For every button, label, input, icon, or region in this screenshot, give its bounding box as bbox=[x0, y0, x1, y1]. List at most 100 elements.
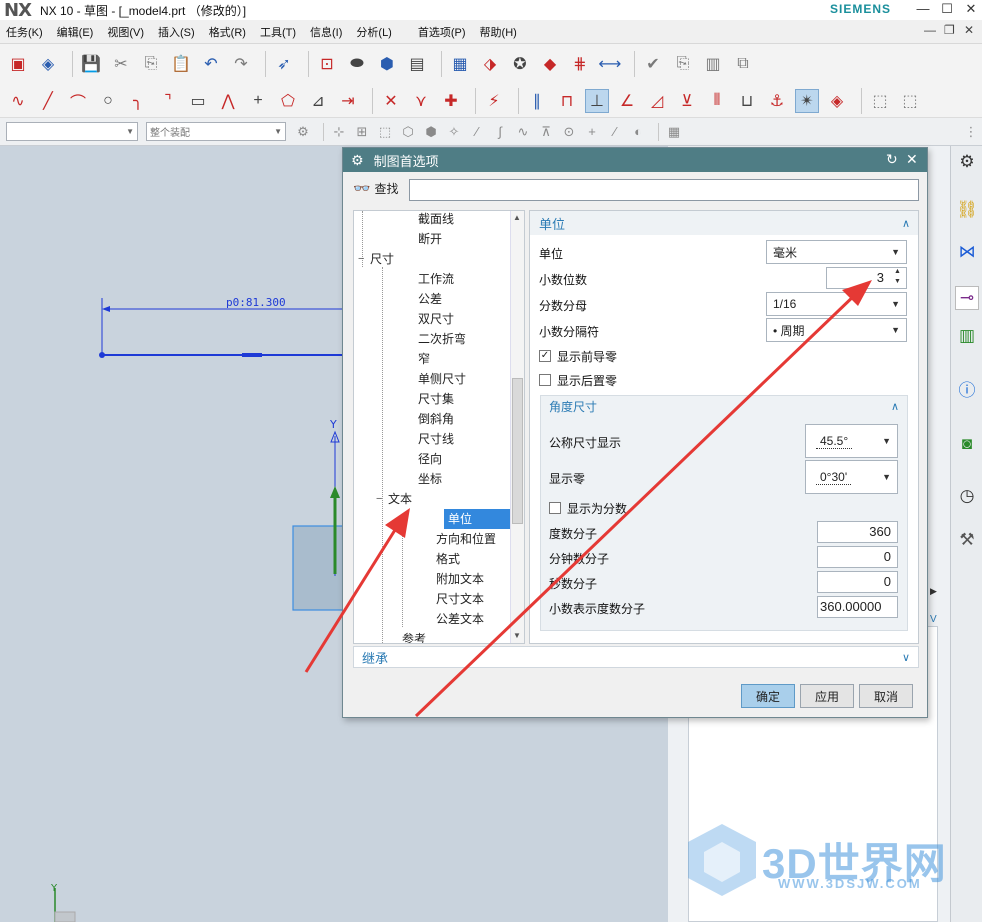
save-icon[interactable]: 💾 bbox=[79, 52, 103, 76]
panel-collapse-icon[interactable]: V bbox=[930, 614, 937, 625]
tree-item[interactable]: 断开 bbox=[354, 229, 510, 249]
spinner-arrows-icon[interactable]: ▲ ▼ bbox=[894, 267, 901, 287]
mdi-minimize-button[interactable]: — bbox=[924, 23, 936, 37]
model-icon[interactable]: ◈ bbox=[36, 52, 60, 76]
orient-icon[interactable]: ▦ bbox=[448, 52, 472, 76]
endpoint-icon[interactable]: ⁄ bbox=[468, 123, 486, 141]
menu-insert[interactable]: 插入(S) bbox=[151, 24, 202, 40]
tree-item[interactable]: − 尺寸 bbox=[354, 249, 510, 269]
solid-icon[interactable]: ⬢ bbox=[422, 123, 440, 141]
tangent-icon[interactable]: ⁄ bbox=[606, 123, 624, 141]
point-snap-icon[interactable]: ✧ bbox=[445, 123, 463, 141]
lasso-icon[interactable]: ⬚ bbox=[376, 123, 394, 141]
system-materials-icon[interactable]: ⚒ bbox=[955, 528, 979, 552]
dialog-close-icon[interactable]: ✕ bbox=[906, 151, 918, 168]
menu-edit[interactable]: 编辑(E) bbox=[50, 24, 101, 40]
filter-settings-icon[interactable]: ⚙ bbox=[294, 123, 312, 141]
tree-scroll-thumb[interactable] bbox=[512, 378, 523, 524]
circle-icon[interactable]: ○ bbox=[96, 89, 120, 113]
fit-icon[interactable]: ⊡ bbox=[315, 52, 339, 76]
rapid-dim-icon[interactable]: ⊥ bbox=[585, 88, 609, 113]
tree-item[interactable]: 尺寸文本 bbox=[354, 589, 510, 609]
trailing-zero-checkbox[interactable] bbox=[539, 374, 551, 386]
menu-help[interactable]: 帮助(H) bbox=[473, 24, 524, 40]
quick-extend-icon[interactable]: ⋎ bbox=[409, 89, 433, 113]
min-numerator-input[interactable]: 0 bbox=[817, 546, 898, 568]
extend-icon[interactable]: ⇥ bbox=[336, 89, 360, 113]
view-icon[interactable]: ⧉ bbox=[731, 52, 755, 76]
decimal-deg-input[interactable]: 360.00000 bbox=[817, 596, 898, 618]
tree-item[interactable]: 尺寸线 bbox=[354, 429, 510, 449]
grid-icon[interactable]: ⋕ bbox=[568, 52, 592, 76]
assembly-navigator-icon[interactable]: ⛓ bbox=[955, 198, 979, 222]
midpoint-icon[interactable]: ∫ bbox=[491, 123, 509, 141]
menu-task[interactable]: 任务(K) bbox=[0, 24, 50, 40]
assembly-filter-combo[interactable]: 整个装配 ▼ bbox=[146, 122, 286, 141]
body-icon[interactable]: ⬡ bbox=[399, 123, 417, 141]
tree-item[interactable]: 倒斜角 bbox=[354, 409, 510, 429]
copy-sketch-icon[interactable]: ⎘ bbox=[671, 52, 695, 76]
close-window-button[interactable]: ✕ bbox=[962, 1, 980, 17]
cancel-button[interactable]: 取消 bbox=[859, 684, 913, 708]
tree-item[interactable]: − 文本 bbox=[354, 489, 510, 509]
sec-numerator-input[interactable]: 0 bbox=[817, 571, 898, 593]
tree-expander-icon[interactable]: − bbox=[358, 249, 364, 269]
sketch-tool-a-icon[interactable]: ⬚ bbox=[868, 89, 892, 113]
angle-section-header[interactable]: 角度尺寸 ∧ bbox=[541, 396, 907, 418]
menu-view[interactable]: 视图(V) bbox=[100, 24, 151, 40]
animate-icon[interactable]: ⚓ bbox=[765, 89, 789, 113]
deg-numerator-input[interactable]: 360 bbox=[817, 521, 898, 543]
tree-item[interactable]: 二次折弯 bbox=[354, 329, 510, 349]
panel-scroll-right-icon[interactable]: ▶ bbox=[930, 586, 946, 600]
snap-point-icon[interactable]: ⊞ bbox=[353, 123, 371, 141]
corner-icon[interactable]: ✚ bbox=[439, 89, 463, 113]
mdi-close-button[interactable]: ✕ bbox=[964, 23, 974, 37]
constraint-icon[interactable]: ⚡ bbox=[482, 89, 506, 113]
units-section-header[interactable]: 单位 ∧ bbox=[530, 211, 918, 235]
shaded-icon[interactable]: ⬬ bbox=[345, 52, 369, 76]
constraint-navigator-icon[interactable]: ⋈ bbox=[955, 240, 979, 264]
mdi-restore-button[interactable]: ❐ bbox=[944, 23, 955, 37]
display-constraint-icon[interactable]: ✴ bbox=[795, 88, 819, 113]
web-browser-icon[interactable]: ◙ bbox=[955, 432, 979, 456]
separator-dropdown[interactable]: • 周期 ▼ bbox=[766, 318, 907, 342]
menu-preferences[interactable]: 首选项(P) bbox=[411, 24, 473, 40]
denominator-dropdown[interactable]: 1/16 ▼ bbox=[766, 292, 907, 316]
cube-icon[interactable]: ⬢ bbox=[375, 52, 399, 76]
reuse-library-icon[interactable]: ▥ bbox=[955, 324, 979, 348]
history-icon[interactable]: ◷ bbox=[955, 484, 979, 508]
parallel-icon[interactable]: ∥ bbox=[525, 89, 549, 113]
new-icon[interactable]: ▣ bbox=[6, 52, 30, 76]
tree-item[interactable]: 双尺寸 bbox=[354, 309, 510, 329]
grid-snap-icon[interactable]: ▦ bbox=[665, 123, 683, 141]
tree-item[interactable]: 截面线 bbox=[354, 211, 510, 229]
maximize-button[interactable]: ☐ bbox=[938, 1, 956, 17]
existing-point-icon[interactable]: ◐ bbox=[629, 123, 647, 141]
auto-dim-icon[interactable]: ⊻ bbox=[675, 89, 699, 113]
control-point-icon[interactable]: ⊼ bbox=[537, 123, 555, 141]
menu-tools[interactable]: 工具(T) bbox=[253, 24, 303, 40]
reset-icon[interactable]: ↻ bbox=[886, 151, 898, 168]
show-zero-dropdown[interactable]: 0°30' ▼ bbox=[805, 460, 898, 494]
cut-icon[interactable]: ✂ bbox=[109, 52, 133, 76]
tree-item[interactable]: 工作流 bbox=[354, 269, 510, 289]
nominal-dropdown[interactable]: 45.5° ▼ bbox=[805, 424, 898, 458]
trim-icon[interactable]: ⊿ bbox=[306, 89, 330, 113]
tree-item[interactable]: 尺寸集 bbox=[354, 389, 510, 409]
polyline-icon[interactable]: ⋀ bbox=[216, 89, 240, 113]
arc-icon[interactable]: ⌒ bbox=[66, 89, 90, 113]
snap-icon[interactable]: ⬗ bbox=[478, 52, 502, 76]
part-navigator-icon[interactable]: ⊸ bbox=[955, 286, 979, 310]
line-icon[interactable]: ╱ bbox=[36, 89, 60, 113]
point-icon[interactable]: + bbox=[246, 89, 270, 113]
table-icon[interactable]: ▥ bbox=[701, 52, 725, 76]
tree-item[interactable]: 窄 bbox=[354, 349, 510, 369]
paste-icon[interactable]: 📋 bbox=[169, 52, 193, 76]
center-icon[interactable]: ⊙ bbox=[560, 123, 578, 141]
tree-expander-icon[interactable]: − bbox=[376, 489, 382, 509]
undo-icon[interactable]: ↶ bbox=[199, 52, 223, 76]
menu-analysis[interactable]: 分析(L) bbox=[349, 24, 398, 40]
leading-zero-checkbox[interactable]: ✓ bbox=[539, 350, 551, 362]
minimize-button[interactable]: — bbox=[914, 1, 932, 16]
relations-icon[interactable]: ◈ bbox=[825, 89, 849, 113]
